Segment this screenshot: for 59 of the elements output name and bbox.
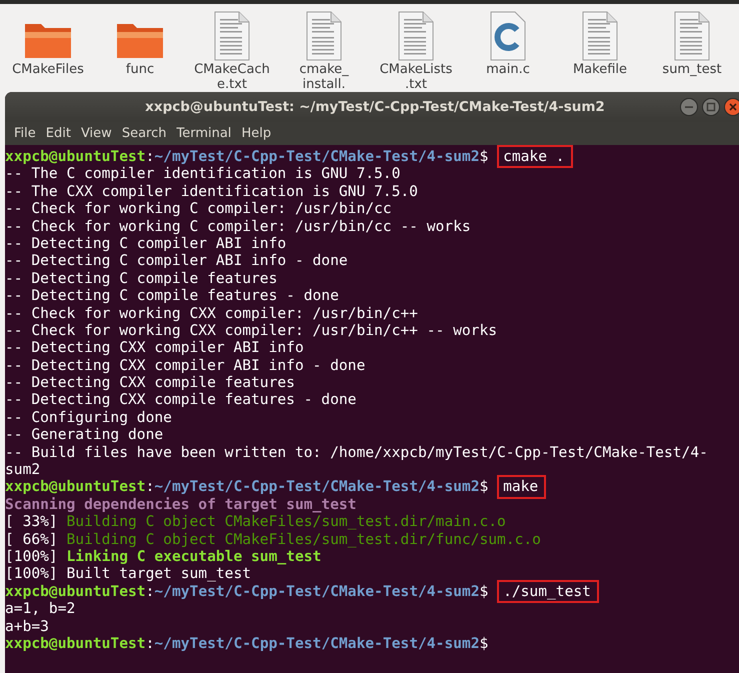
file-name[interactable]: e.txt: [216, 77, 248, 92]
command-text: cmake .: [497, 145, 573, 168]
output-line: [100%] Built target sum_test: [5, 565, 252, 583]
file-name[interactable]: .txt: [404, 77, 428, 92]
menu-item[interactable]: Terminal: [171, 126, 236, 141]
shell-prompt: xxpcb@ubuntuTest:~/myTest/C-Cpp-Test/CMake-Test/4-sum2$: [5, 582, 488, 600]
output-line: -- Configuring done: [5, 408, 172, 426]
output-line: -- Generating done: [5, 426, 164, 444]
menu-item[interactable]: Help: [236, 126, 276, 141]
output-line: -- The C compiler identification is GNU 7.5.0: [5, 165, 400, 183]
output-line: -- The CXX compiler identification is GNU 7.5.0: [5, 182, 418, 200]
output-line: -- Check for working C compiler: /usr/bin/cc: [5, 200, 392, 218]
output-line: sum2: [5, 461, 40, 478]
shell-prompt: xxpcb@ubuntuTest:~/myTest/C-Cpp-Test/CMake-Test/4-sum2$: [5, 478, 488, 496]
output-line: Scanning dependencies of target sum_test: [5, 496, 356, 514]
file-name[interactable]: Makefile: [572, 62, 628, 77]
menu-item[interactable]: View: [76, 126, 117, 141]
file-name[interactable]: func: [126, 62, 154, 77]
command-text: ./sum_test: [497, 580, 599, 604]
output-line: [100%] Linking C executable sum_test: [5, 548, 322, 566]
output-line: -- Detecting CXX compile features: [5, 374, 295, 392]
menu-item[interactable]: Edit: [40, 126, 76, 141]
close-icon[interactable]: [724, 98, 739, 116]
file-name[interactable]: install.: [302, 77, 346, 92]
minimize-icon[interactable]: [680, 98, 698, 116]
output-line: a+b=3: [5, 618, 49, 635]
output-line: a=1, b=2: [5, 600, 76, 618]
file-name[interactable]: CMakeFiles: [12, 62, 84, 77]
output-line: -- Detecting CXX compiler ABI info: [5, 339, 304, 357]
maximize-icon[interactable]: [702, 98, 720, 116]
output-line: -- Check for working CXX compiler: /usr/bin/c++: [5, 304, 418, 322]
file-name[interactable]: cmake_: [299, 62, 349, 77]
output-line: -- Check for working CXX compiler: /usr/bin/c++ -- works: [5, 322, 498, 340]
output-line: -- Detecting CXX compiler ABI info - done: [5, 356, 366, 374]
window-title: xxpcb@ubuntuTest: ~/myTest/C-Cpp-Test/CMake-Test/4-sum2: [145, 99, 605, 115]
output-line: -- Detecting C compile features - done: [5, 287, 339, 305]
text-file-icon: [306, 11, 342, 61]
output-line: -- Detecting C compiler ABI info: [5, 234, 286, 252]
menu-item[interactable]: File: [9, 126, 41, 141]
output-line: -- Detecting CXX compile features - done: [5, 391, 356, 409]
text-file-icon: [398, 11, 434, 61]
file-name[interactable]: main.c: [486, 62, 530, 77]
output-line: [ 33%] Building C object CMakeFiles/sum_test.dir/main.c.o: [5, 513, 506, 531]
shell-prompt: xxpcb@ubuntuTest:~/myTest/C-Cpp-Test/CMake-Test/4-sum2$: [5, 634, 488, 652]
file-name[interactable]: CMakeCach: [194, 62, 270, 77]
shell-prompt: xxpcb@ubuntuTest:~/myTest/C-Cpp-Test/CMake-Test/4-sum2$: [5, 148, 488, 166]
command-text: make: [497, 475, 546, 499]
text-file-icon: [582, 11, 618, 61]
output-line: -- Detecting C compiler ABI info - done: [5, 252, 348, 270]
menu-item[interactable]: Search: [116, 126, 172, 141]
c-source-file-icon: [490, 11, 526, 61]
output-line: -- Detecting C compile features: [5, 270, 278, 288]
output-line: -- Build files have been written to: /home/xxpcb/myTest/C-Cpp-Test/CMake-Test/4-: [5, 444, 708, 462]
output-line: [ 66%] Building C object CMakeFiles/sum_test.dir/func/sum.c.o: [5, 530, 541, 548]
file-name[interactable]: sum_test: [662, 62, 722, 77]
text-file-icon: [674, 11, 710, 61]
output-line: -- Check for working C compiler: /usr/bin/cc -- works: [5, 218, 471, 235]
file-name[interactable]: CMakeLists: [380, 62, 452, 77]
text-file-icon: [214, 11, 250, 61]
